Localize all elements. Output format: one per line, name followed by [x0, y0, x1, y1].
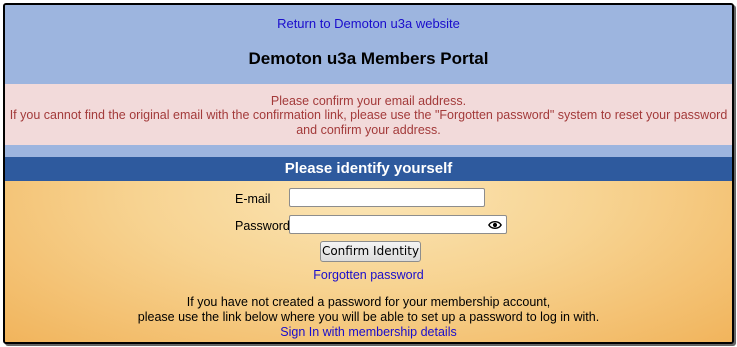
confirm-identity-button[interactable]: Confirm Identity	[320, 241, 421, 262]
page-title: Demoton u3a Members Portal	[248, 49, 489, 68]
email-input[interactable]	[289, 188, 485, 207]
login-section: Please identify yourself E-mail Password…	[5, 157, 732, 342]
forgotten-password-link[interactable]: Forgotten password	[313, 268, 423, 282]
signin-row: Sign In with membership details	[5, 325, 732, 339]
header-spacer	[5, 145, 732, 157]
return-to-website-link[interactable]: Return to Demoton u3a website	[5, 16, 732, 31]
confirm-email-alert: Please confirm your email address. If yo…	[5, 84, 732, 145]
footer-text-line1: If you have not created a password for y…	[186, 295, 551, 309]
password-label: Password	[235, 219, 290, 233]
email-label: E-mail	[235, 192, 271, 206]
forgot-password-row: Forgotten password	[5, 266, 732, 284]
alert-message-line2: If you cannot find the original email wi…	[9, 108, 728, 137]
alert-message-line1: Please confirm your email address.	[270, 94, 467, 108]
password-input[interactable]	[289, 215, 507, 234]
portal-header: Return to Demoton u3a website Demoton u3…	[5, 5, 732, 84]
signin-membership-link[interactable]: Sign In with membership details	[280, 325, 456, 339]
footer-text-line2: please use the link below where you will…	[137, 310, 600, 324]
portal-frame: Return to Demoton u3a website Demoton u3…	[3, 3, 734, 344]
login-heading: Please identify yourself	[5, 157, 732, 181]
eye-icon[interactable]	[488, 218, 502, 232]
